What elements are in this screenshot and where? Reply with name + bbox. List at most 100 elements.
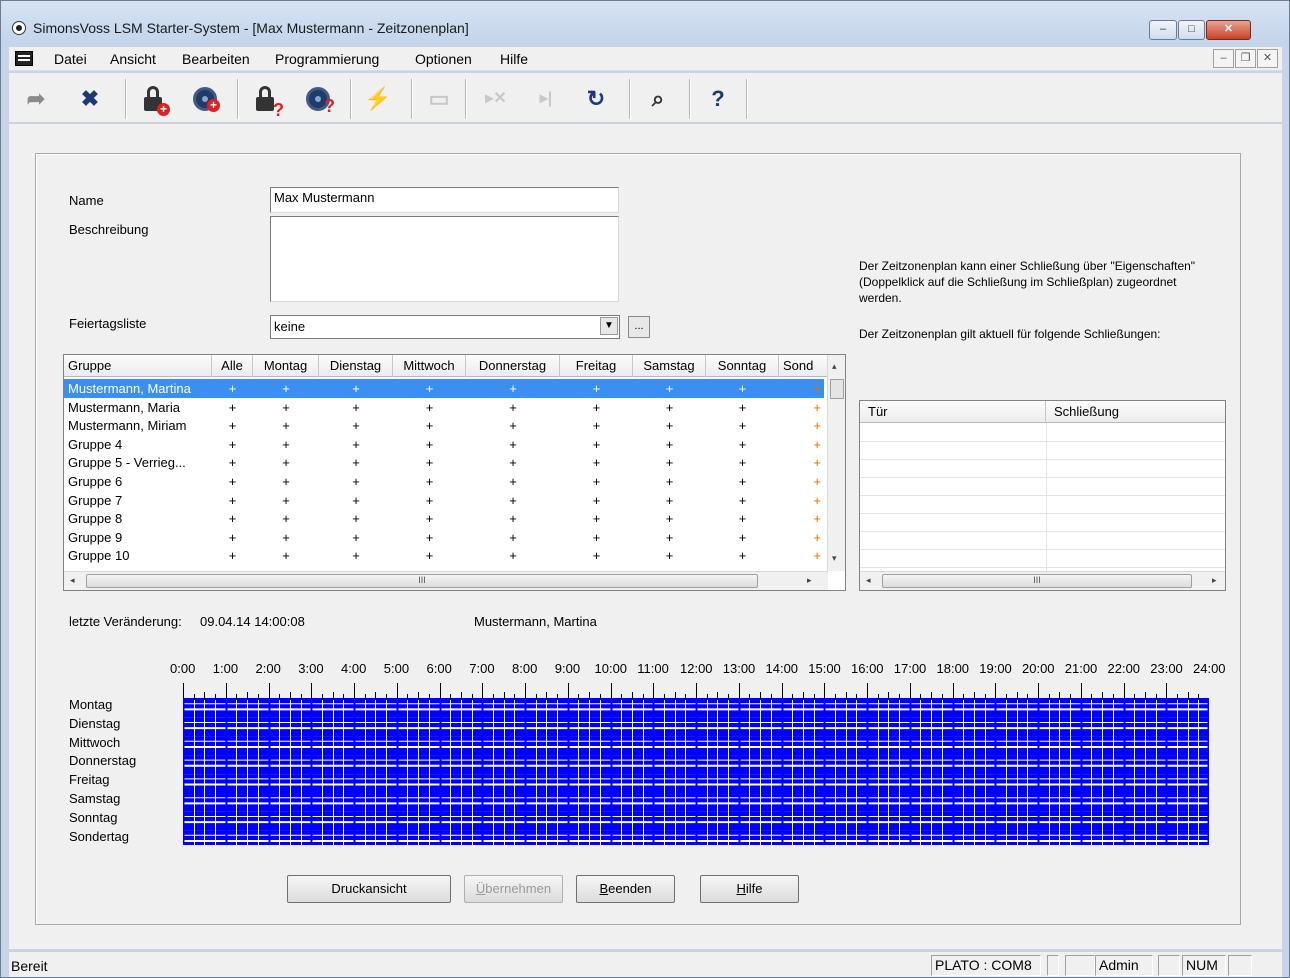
access-cell[interactable]: + [560,530,633,545]
access-cell[interactable]: + [393,455,466,470]
mdi-minimize-button[interactable]: – [1213,49,1234,68]
access-cell[interactable]: + [706,400,779,415]
name-field[interactable]: Max Mustermann [270,187,619,213]
table-row[interactable]: Mustermann, Martina + + + + + + + + + [64,379,824,398]
table-row[interactable]: Gruppe 7 + + + + + + + + + [64,491,824,510]
document-icon[interactable] [15,51,33,66]
access-cell[interactable]: + [319,530,393,545]
insert-icon[interactable]: ▸| [527,81,565,117]
menu-ansicht[interactable]: Ansicht [110,51,156,67]
cross-arrows-icon[interactable]: ✖ [71,81,109,117]
scroll-down-icon[interactable]: ▾ [832,553,837,564]
access-cell[interactable]: + [706,511,779,526]
minimize-button[interactable]: – [1149,20,1177,40]
access-cell[interactable]: + [253,493,319,508]
access-cell[interactable]: + [633,418,706,433]
access-cell[interactable]: + [212,474,253,489]
help-icon[interactable]: ? [699,81,737,117]
access-cell[interactable]: + [212,400,253,415]
access-cell[interactable]: + [466,548,560,563]
access-cell[interactable]: + [633,474,706,489]
menu-optionen[interactable]: Optionen [415,51,472,67]
help-button[interactable]: Hilfe [700,875,799,903]
scroll-thumb[interactable]: III [86,574,758,588]
access-cell[interactable]: + [393,530,466,545]
access-cell[interactable]: + [706,530,779,545]
menu-programmierung[interactable]: Programmierung [275,51,379,67]
access-cell[interactable]: + [560,493,633,508]
access-cell[interactable]: + [212,548,253,563]
access-cell[interactable]: + [779,400,821,415]
mdi-restore-button[interactable]: ❐ [1235,49,1256,68]
timezone-schedule-chart[interactable] [183,679,1209,845]
table-row[interactable]: Mustermann, Miriam + + + + + + + + + [64,416,824,435]
table-row[interactable]: Mustermann, Maria + + + + + + + + + [64,398,824,417]
holiday-list-select[interactable]: keine ▼ [270,315,620,339]
scroll-thumb[interactable] [830,379,844,399]
table-row[interactable]: Gruppe 10 + + + + + + + + + [64,546,824,565]
arrow-right-icon[interactable]: ➦ [17,81,55,117]
scroll-right-icon[interactable]: ▸ [807,575,812,586]
close-dialog-button[interactable]: Beenden [576,875,675,903]
search-icon[interactable]: ⌕ [639,81,677,117]
delete-icon[interactable]: ▸✕ [477,81,515,117]
access-cell[interactable]: + [706,455,779,470]
column-header-door[interactable]: Tür [860,401,1046,423]
access-cell[interactable]: + [560,511,633,526]
access-cell[interactable]: + [212,381,253,396]
access-cell[interactable]: + [466,418,560,433]
menu-bearbeiten[interactable]: Bearbeiten [182,51,250,67]
transponder-query-icon[interactable]: ? [299,81,337,117]
access-cell[interactable]: + [779,548,821,563]
group-grid-horizontal-scrollbar[interactable]: ◂ III ▸ [64,571,828,590]
column-header-sunday[interactable]: Sonntag [706,355,779,377]
access-cell[interactable]: + [633,493,706,508]
scroll-thumb[interactable]: III [882,574,1192,588]
access-cell[interactable]: + [253,455,319,470]
add-lock-icon[interactable]: + [134,81,172,117]
table-row[interactable]: Gruppe 6 + + + + + + + + + [64,472,824,491]
access-cell[interactable]: + [633,530,706,545]
column-header-tuesday[interactable]: Dienstag [319,355,393,377]
access-cell[interactable]: + [560,418,633,433]
group-grid[interactable]: Gruppe Alle Montag Dienstag Mittwoch Don… [63,354,846,591]
access-cell[interactable]: + [633,548,706,563]
scroll-left-icon[interactable]: ◂ [866,575,871,586]
access-cell[interactable]: + [253,548,319,563]
table-row[interactable]: Gruppe 8 + + + + + + + + + [64,509,824,528]
access-cell[interactable]: + [253,418,319,433]
access-cell[interactable]: + [466,511,560,526]
save-icon[interactable]: ▭ [420,81,458,117]
access-cell[interactable]: + [466,493,560,508]
access-cell[interactable]: + [212,530,253,545]
access-cell[interactable]: + [633,511,706,526]
scroll-right-icon[interactable]: ▸ [1212,575,1217,586]
door-grid-horizontal-scrollbar[interactable]: ◂ III ▸ [860,571,1225,590]
menu-datei[interactable]: Datei [54,51,87,67]
access-cell[interactable]: + [466,455,560,470]
access-cell[interactable]: + [706,474,779,489]
column-header-group[interactable]: Gruppe [64,355,212,377]
access-cell[interactable]: + [779,437,821,452]
access-cell[interactable]: + [319,418,393,433]
column-header-all[interactable]: Alle [212,355,253,377]
access-cell[interactable]: + [633,455,706,470]
access-cell[interactable]: + [706,381,779,396]
app-icon[interactable] [12,21,26,35]
access-cell[interactable]: + [560,381,633,396]
door-grid[interactable]: Tür Schließung ◂ III ▸ [859,400,1226,591]
access-cell[interactable]: + [319,493,393,508]
access-cell[interactable]: + [466,530,560,545]
access-cell[interactable]: + [779,455,821,470]
access-cell[interactable]: + [393,437,466,452]
access-cell[interactable]: + [779,474,821,489]
access-cell[interactable]: + [319,381,393,396]
access-cell[interactable]: + [319,548,393,563]
lock-query-icon[interactable]: ? [246,81,284,119]
access-cell[interactable]: + [212,455,253,470]
access-cell[interactable]: + [319,511,393,526]
access-cell[interactable]: + [633,437,706,452]
access-cell[interactable]: + [319,474,393,489]
access-cell[interactable]: + [319,400,393,415]
column-header-monday[interactable]: Montag [253,355,319,377]
